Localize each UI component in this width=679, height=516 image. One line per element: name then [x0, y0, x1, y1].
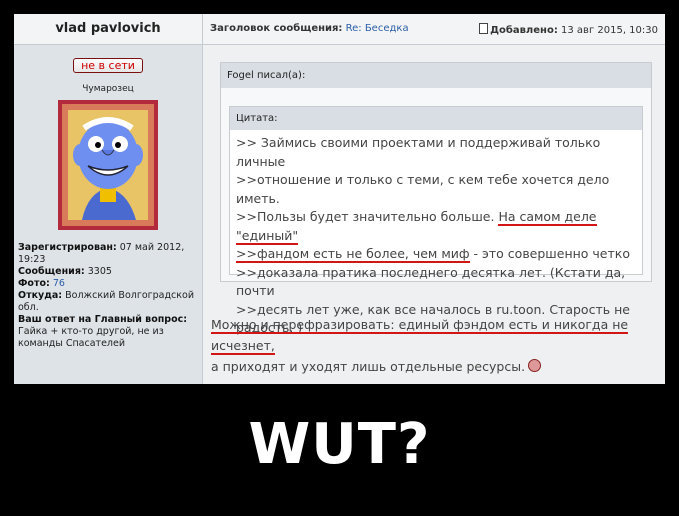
added-label: Добавлено:: [490, 25, 558, 36]
quote-line-part: >>Пользы будет значительно больше.: [236, 209, 499, 224]
quote-line: >>Пользы будет значительно больше. На са…: [236, 208, 636, 245]
post-subject: Заголовок сообщения: Re: Беседка: [210, 23, 409, 34]
forum-screenshot-frame: vlad pavlovich не в сети Чумарозец Зарег…: [14, 14, 665, 384]
photos-link[interactable]: 76: [53, 278, 65, 289]
avatar: [58, 100, 158, 230]
quote-line: >>доказала пратика последнего десятка ле…: [236, 264, 626, 299]
online-status-badge: не в сети: [73, 58, 143, 73]
underlined-phrase: >>фандом есть не более, чем миф: [236, 246, 470, 263]
answer-label: Ваш ответ на Главный вопрос:: [18, 314, 188, 325]
poster-header: vlad pavlovich: [14, 14, 202, 45]
quote-line: >>фандом есть не более, чем миф - это со…: [236, 245, 636, 264]
reply-body: Можно и перефразировать: единый фэндом е…: [211, 314, 665, 377]
subject-label: Заголовок сообщения:: [210, 23, 343, 34]
quote-line: >>отношение и только с теми, с кем тебе …: [236, 172, 610, 206]
outer-quote-header: Fogel писал(а):: [221, 63, 651, 88]
poster-details: Зарегистрирован: 07 май 2012, 19:23 Сооб…: [18, 242, 200, 350]
added-value: 13 авг 2015, 10:30: [561, 25, 658, 36]
post-content-column: Заголовок сообщения: Re: Беседка Добавле…: [203, 14, 665, 384]
posts-value: 3305: [87, 266, 112, 277]
subject-link[interactable]: Re: Беседка: [346, 23, 409, 34]
photos-label: Фото:: [18, 278, 50, 289]
registered-label: Зарегистрирован:: [18, 242, 117, 253]
poster-rank: Чумарозец: [82, 84, 134, 94]
outer-quote: Fogel писал(а): Цитата: >> Займись своим…: [220, 62, 652, 335]
inner-quote-header: Цитата:: [230, 107, 642, 130]
post-date: Добавлено: 13 авг 2015, 10:30: [479, 23, 658, 36]
answer-value: Гайка + кто-то другой, не из команды Спа…: [18, 326, 164, 349]
posts-label: Сообщения:: [18, 266, 85, 277]
quote-line: >> Займись своими проектами и поддержива…: [236, 135, 601, 169]
reply-line: а приходят и уходят лишь отдельные ресур…: [211, 359, 526, 374]
poster-profile-column: vlad pavlovich не в сети Чумарозец Зарег…: [14, 14, 203, 384]
post-link-icon[interactable]: [479, 23, 489, 34]
smiley-icon: [528, 359, 542, 372]
quote-line-part: - это совершенно четко: [469, 246, 630, 261]
poster-name[interactable]: vlad pavlovich: [14, 14, 202, 44]
inner-quote: Цитата: >> Займись своими проектами и по…: [229, 106, 643, 335]
underlined-reply: Можно и перефразировать: единый фэндом е…: [211, 317, 629, 355]
post-header: Заголовок сообщения: Re: Беседка Добавле…: [203, 14, 665, 45]
caption-text: WUT?: [248, 412, 431, 477]
from-label: Откуда:: [18, 290, 63, 301]
quote-body: >> Займись своими проектами и поддержива…: [230, 130, 642, 338]
